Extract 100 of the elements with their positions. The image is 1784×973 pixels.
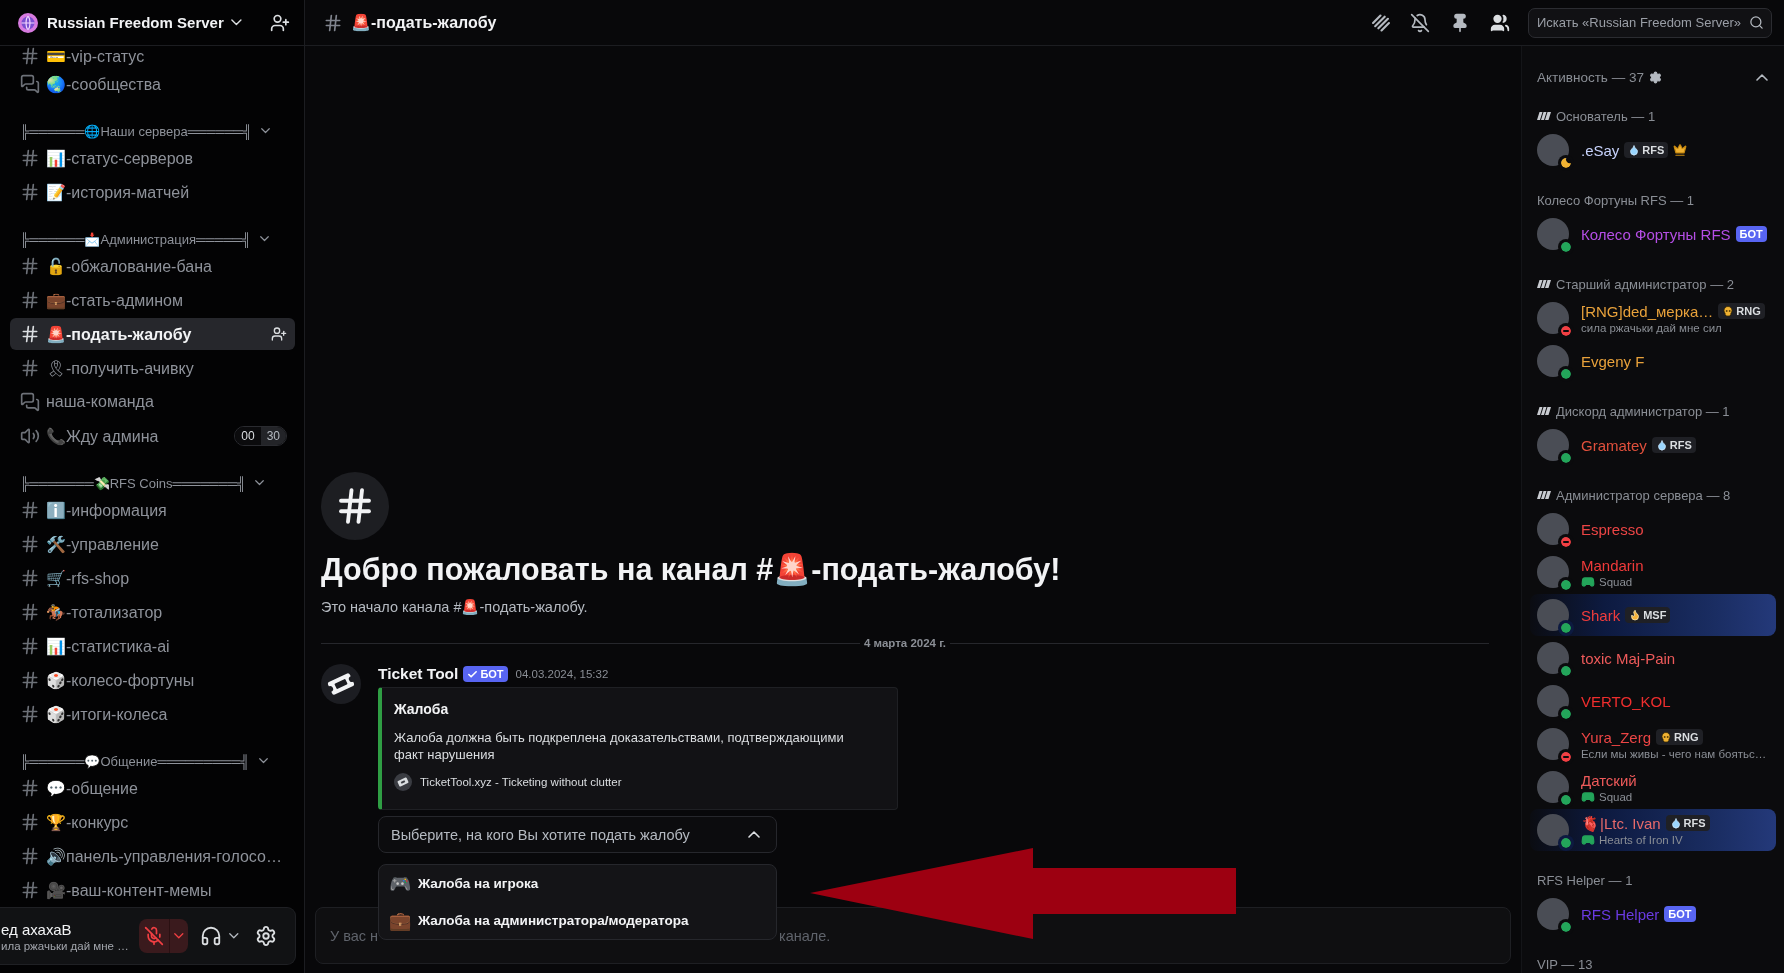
bell-off-icon[interactable]	[1410, 12, 1430, 33]
ticket-avatar-icon	[321, 664, 361, 704]
hash-icon	[20, 358, 40, 378]
avatar-placeholder	[1537, 134, 1569, 166]
channel-item[interactable]: 🛠-управление	[10, 528, 295, 560]
avatar-placeholder	[1537, 513, 1569, 545]
channel-item[interactable]: наша-команда	[10, 386, 295, 418]
gamepad-icon	[1581, 574, 1595, 589]
chevron-down-icon[interactable]	[229, 933, 239, 939]
member-name[interactable]: toxic Maj-Pain	[1581, 648, 1676, 668]
avatar-placeholder	[1537, 642, 1569, 674]
slanted-lines-icon[interactable]	[1372, 13, 1390, 32]
hash-icon	[20, 670, 40, 690]
avatar-placeholder	[1537, 302, 1569, 334]
ticket-icon	[394, 773, 412, 791]
speaker-icon	[20, 426, 40, 446]
channel-item[interactable]: 🎥-ваш-контент-мемы	[10, 874, 295, 906]
avatar-placeholder	[1537, 685, 1569, 717]
member-name[interactable]: Evgeny F	[1581, 351, 1645, 371]
select-menu[interactable]: Выберите, на кого Вы хотите подать жалобу	[378, 816, 777, 853]
category-header[interactable]: ╠══════🌐Наши сервера══════╣	[20, 120, 271, 142]
category-header[interactable]: ╠═══════💸RFS Coins═══════╣	[20, 472, 265, 494]
microphone-button[interactable]	[139, 919, 188, 953]
member-name[interactable]: Колесо Фортуны RFS	[1581, 224, 1731, 244]
settings-icon[interactable]	[1648, 70, 1662, 84]
welcome-title: Добро пожаловать на канал #🚨-подать-жалобу!	[321, 551, 1062, 589]
avatar-placeholder	[1537, 599, 1569, 631]
placeholder-text: У вас н	[330, 927, 379, 944]
chevron-down-icon	[260, 236, 270, 242]
chevron-down-icon	[174, 933, 184, 939]
role-group-title: Администратор сервера — 8	[1556, 487, 1731, 503]
user-limit: 30	[260, 427, 286, 445]
hash-icon	[20, 602, 40, 622]
hash-icon	[20, 778, 40, 798]
hash-icon	[20, 636, 40, 656]
user-status: ила ржачьки дай мне …	[1, 939, 130, 952]
author-name[interactable]: Ticket Tool	[378, 665, 459, 683]
channel-item[interactable]: 📊-статистика-ai	[10, 630, 295, 662]
chevron-down-icon	[258, 758, 268, 764]
member-name[interactable]: Gramatey	[1581, 435, 1647, 455]
channel-item[interactable]: 💬-общение	[10, 772, 295, 804]
member-name[interactable]: Yura_Zerg	[1581, 727, 1652, 747]
member-name[interactable]: Shark	[1581, 605, 1621, 625]
globe-logo-icon	[18, 12, 38, 33]
user-name: ед ахахаВ	[1, 920, 73, 938]
skull-icon	[1722, 305, 1735, 317]
channel-item[interactable]: 📝-история-матчей	[10, 176, 295, 208]
channel-item[interactable]: 🎲-колесо-фортуны	[10, 664, 295, 696]
add-user-icon[interactable]	[270, 12, 290, 33]
clan-tag-label: RFS	[1683, 817, 1706, 829]
hash-icon	[20, 568, 40, 588]
hash-icon	[20, 256, 40, 276]
hash-icon	[20, 704, 40, 724]
member-name[interactable]: [RNG]ded_мерка…	[1581, 301, 1714, 321]
date-label: 4 марта 2024 г.	[863, 637, 947, 649]
category-header[interactable]: ╠══════💬Общение═════════╣	[20, 750, 268, 772]
option-emoji: 🎮	[389, 873, 409, 894]
add-user-icon[interactable]	[271, 326, 287, 342]
hash-icon	[323, 12, 343, 33]
avatar-placeholder	[1537, 728, 1569, 760]
hash-icon	[20, 812, 40, 832]
embed-description: Жалоба должна быть подкреплена доказательствами, подтверждающими факт нарушения	[394, 729, 845, 763]
channel-item[interactable]: 🏇-тотализатор	[10, 596, 295, 628]
category-header[interactable]: ╠══════📩Администрация═════╣	[20, 228, 270, 250]
channel-item[interactable]: 🏆-конкурс	[10, 806, 295, 838]
droplet-icon	[1655, 439, 1668, 451]
settings-icon[interactable]	[254, 925, 277, 947]
people-icon[interactable]	[1490, 12, 1510, 33]
chevron-up-icon[interactable]	[1756, 73, 1768, 81]
member-name[interactable]: Mandarin	[1581, 555, 1644, 575]
clan-tag-label: MSF	[1643, 609, 1667, 621]
channel-item[interactable]: 💼-стать-админом	[10, 284, 295, 316]
gamepad-icon	[1581, 789, 1595, 804]
bot-badge: БОТ	[1735, 226, 1767, 242]
channel-item[interactable]: 🎲-итоги-колеса	[10, 698, 295, 730]
member-name[interactable]: Датский	[1581, 770, 1637, 790]
channel-item[interactable]: 🔊панель-управления-голосо…	[10, 840, 295, 872]
channel-item[interactable]: ℹ-информация	[10, 494, 295, 526]
hash-icon	[20, 148, 40, 168]
member-name[interactable]: 🫀|Ltc. Ivan	[1581, 813, 1661, 833]
clan-tag-label: RNG	[1674, 731, 1699, 743]
channel-item[interactable]: 🛒-rfs-shop	[10, 562, 295, 594]
option-emoji: 💼	[389, 910, 409, 931]
role-group-title: Колесо Фортуны RFS — 1	[1537, 192, 1695, 208]
channel-item[interactable]: 🔓-обжалование-бана	[10, 250, 295, 282]
member-name[interactable]: VERTO_KOL	[1581, 691, 1671, 711]
channel-item[interactable]: 🎗-получить-ачивку	[10, 352, 295, 384]
channel-item[interactable]: 🚨-подать-жалобу	[10, 318, 295, 350]
server-name-button[interactable]: Russian Freedom Server	[47, 14, 242, 31]
member-name[interactable]: .eSay	[1581, 140, 1620, 160]
dropdown-option[interactable]: 🎮 Жалоба на игрока	[379, 865, 776, 902]
pin-icon[interactable]	[1450, 12, 1470, 33]
channel-item[interactable]: 📞Жду админа 00 30	[10, 420, 295, 452]
channel-item[interactable]: 📊-статус-серверов	[10, 142, 295, 174]
headphones-icon[interactable]	[200, 925, 222, 947]
avatar-placeholder	[1537, 556, 1569, 588]
search-field[interactable]: Искать «Russian Freedom Server»	[1528, 7, 1772, 38]
channel-item[interactable]: 💳-vip-статус	[10, 46, 295, 66]
channel-item[interactable]: 🌏-сообщества	[10, 68, 295, 100]
member-name[interactable]: Espresso	[1581, 519, 1644, 539]
